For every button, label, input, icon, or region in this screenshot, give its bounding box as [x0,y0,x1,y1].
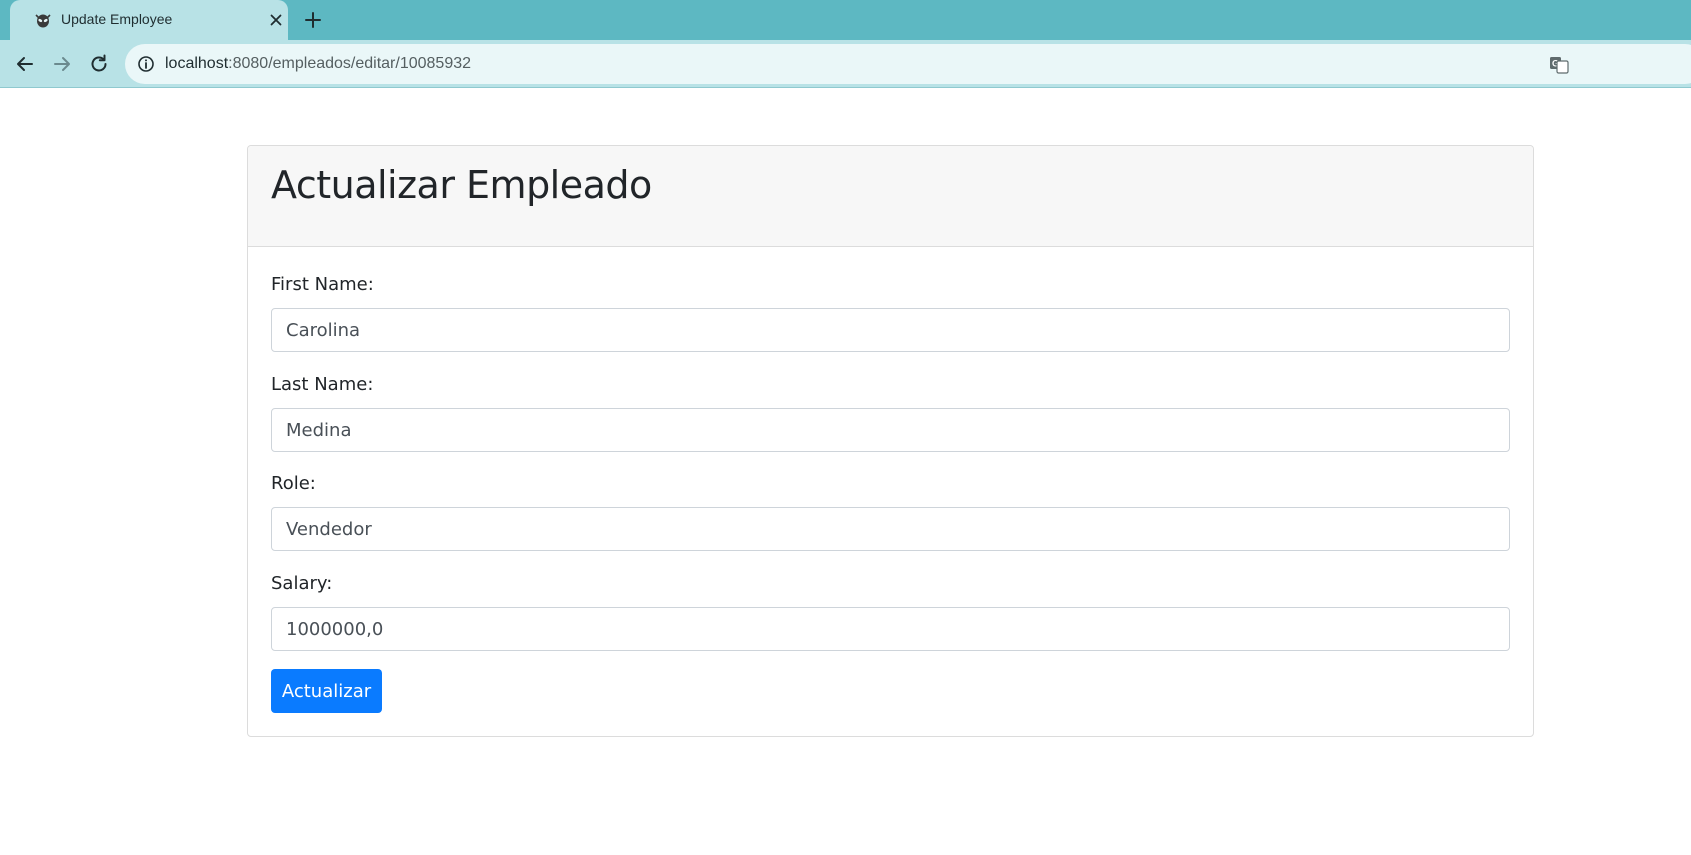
salary-label: Salary: [271,573,333,594]
close-icon[interactable] [267,11,285,29]
last-name-label: Last Name: [271,374,374,395]
last-name-input[interactable] [271,408,1510,452]
url-path: :8080/empleados/editar/10085932 [228,55,472,72]
role-label: Role: [271,473,316,494]
plus-icon[interactable] [302,9,324,31]
browser-tab-active[interactable]: Update Employee [10,0,288,40]
arrow-right-icon[interactable] [50,52,74,76]
browser-tabstrip: Update Employee [0,0,1691,40]
address-bar[interactable]: localhost:8080/empleados/editar/10085932 [125,44,1691,84]
translate-icon[interactable]: G [1549,56,1569,74]
update-employee-card: Actualizar Empleado First Name: Last Nam… [247,145,1534,737]
first-name-label: First Name: [271,274,374,295]
page-title: Actualizar Empleado [271,163,652,207]
browser-toolbar: localhost:8080/empleados/editar/10085932 [0,40,1691,88]
reload-icon[interactable] [87,52,111,76]
arrow-left-icon[interactable] [13,52,37,76]
url-text[interactable]: localhost:8080/empleados/editar/10085932 [165,55,471,73]
card-header: Actualizar Empleado [248,146,1533,247]
url-host: localhost [165,55,229,72]
alien-icon [35,14,51,28]
salary-input[interactable] [271,607,1510,651]
update-button[interactable]: Actualizar [271,669,382,713]
first-name-input[interactable] [271,308,1510,352]
role-input[interactable] [271,507,1510,551]
info-icon[interactable] [137,55,155,73]
tab-title: Update Employee [61,11,173,27]
